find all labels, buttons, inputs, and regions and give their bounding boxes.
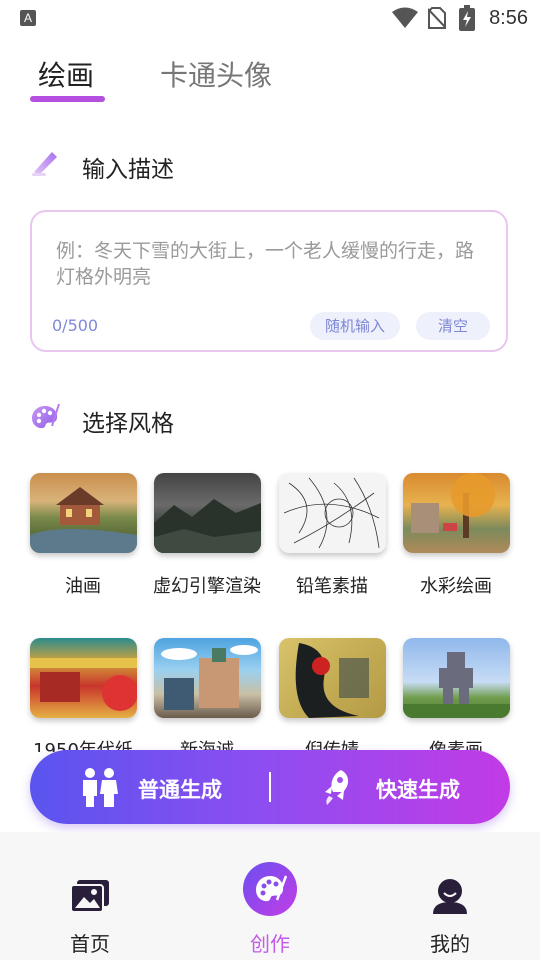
gallery-icon: [71, 880, 109, 912]
description-placeholder: 例：冬天下雪的大街上，一个老人缓慢的行走，路灯格外明亮: [56, 240, 475, 288]
wifi-icon: [392, 7, 418, 28]
notification-a-icon: A: [20, 10, 36, 26]
style-shinkai[interactable]: [154, 638, 261, 718]
random-input-button[interactable]: 随机输入: [310, 312, 400, 340]
active-tab-indicator: [30, 96, 105, 102]
normal-generate-label: 普通生成: [138, 778, 222, 802]
style-pencil-sketch[interactable]: [279, 473, 386, 553]
battery-charging-icon: [459, 5, 475, 31]
unreal-engine-thumb: [154, 499, 261, 553]
people-icon: [83, 768, 118, 807]
style-pixel-art[interactable]: [403, 638, 510, 718]
style-section-title: 选择风格: [82, 411, 174, 437]
style-label: 油画: [65, 576, 101, 597]
style-oil-painting[interactable]: [30, 473, 137, 553]
palette-nav-icon: [256, 875, 287, 902]
nav-mine-label: 我的: [430, 932, 470, 956]
nav-create-label: 创作: [250, 932, 290, 956]
pixel-art-thumb: [403, 652, 510, 718]
no-sim-icon: [428, 7, 446, 29]
status-time: 8:56: [489, 7, 528, 29]
nav-mine[interactable]: 我的: [400, 832, 500, 960]
style-label: 水彩绘画: [420, 576, 492, 597]
retro-1950-thumb: [30, 658, 137, 711]
char-counter: 0/500: [52, 316, 99, 335]
nav-home-label: 首页: [70, 932, 110, 956]
watercolor-thumb: [411, 473, 495, 538]
user-icon: [433, 879, 467, 914]
clear-button[interactable]: 清空: [416, 312, 490, 340]
pen-icon: [32, 152, 57, 176]
style-ni-chuanjing[interactable]: [279, 638, 386, 718]
input-section-title: 输入描述: [82, 157, 174, 183]
bottom-nav: 首页 创作 我的: [0, 832, 540, 960]
tab-cartoon-avatar[interactable]: 卡通头像: [160, 54, 272, 94]
style-retro-1950[interactable]: [30, 638, 137, 718]
rocket-icon: [325, 770, 349, 805]
nav-home[interactable]: 首页: [40, 832, 140, 960]
fast-generate-button[interactable]: 快速生成: [271, 750, 510, 824]
style-watercolor[interactable]: [403, 473, 510, 553]
tab-painting[interactable]: 绘画: [38, 54, 94, 94]
normal-generate-button[interactable]: 普通生成: [30, 750, 270, 824]
status-bar: A 8:56: [0, 0, 540, 36]
fast-generate-label: 快速生成: [376, 778, 460, 802]
ni-chuanjing-thumb: [295, 643, 369, 718]
style-label: 铅笔素描: [296, 576, 368, 597]
oil-painting-thumb: [30, 487, 137, 553]
style-label: 虚幻引擎渲染: [153, 576, 261, 597]
nav-create[interactable]: 创作: [220, 832, 320, 960]
description-input[interactable]: 例：冬天下雪的大街上，一个老人缓慢的行走，路灯格外明亮 0/500 随机输入 清…: [30, 210, 508, 352]
palette-icon: [32, 403, 60, 429]
style-unreal-engine[interactable]: [154, 473, 261, 553]
shinkai-thumb: [161, 645, 258, 710]
generate-bar: 普通生成 快速生成: [30, 750, 510, 824]
pencil-sketch-thumb: [283, 477, 380, 549]
